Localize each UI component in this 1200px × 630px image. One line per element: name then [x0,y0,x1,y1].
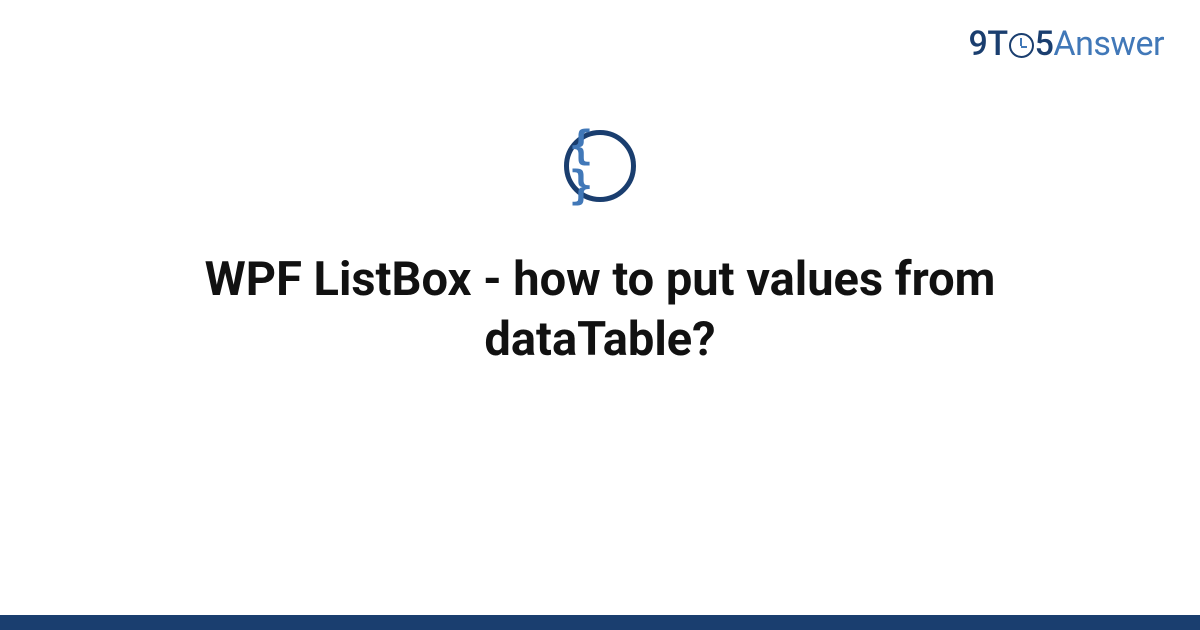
clock-icon [1009,33,1034,58]
logo-part-five: 5 [1035,24,1054,64]
logo-part-nine: 9 [969,24,988,64]
footer-accent-bar [0,615,1200,630]
site-logo[interactable]: 9T5Answer [969,24,1164,64]
code-braces-icon: { } [569,126,631,206]
question-title: WPF ListBox - how to put values from dat… [100,250,1100,370]
logo-part-answer: Answer [1053,24,1164,64]
main-content: { } WPF ListBox - how to put values from… [0,130,1200,370]
topic-icon-container: { } [564,130,636,202]
logo-part-t: T [987,24,1007,64]
